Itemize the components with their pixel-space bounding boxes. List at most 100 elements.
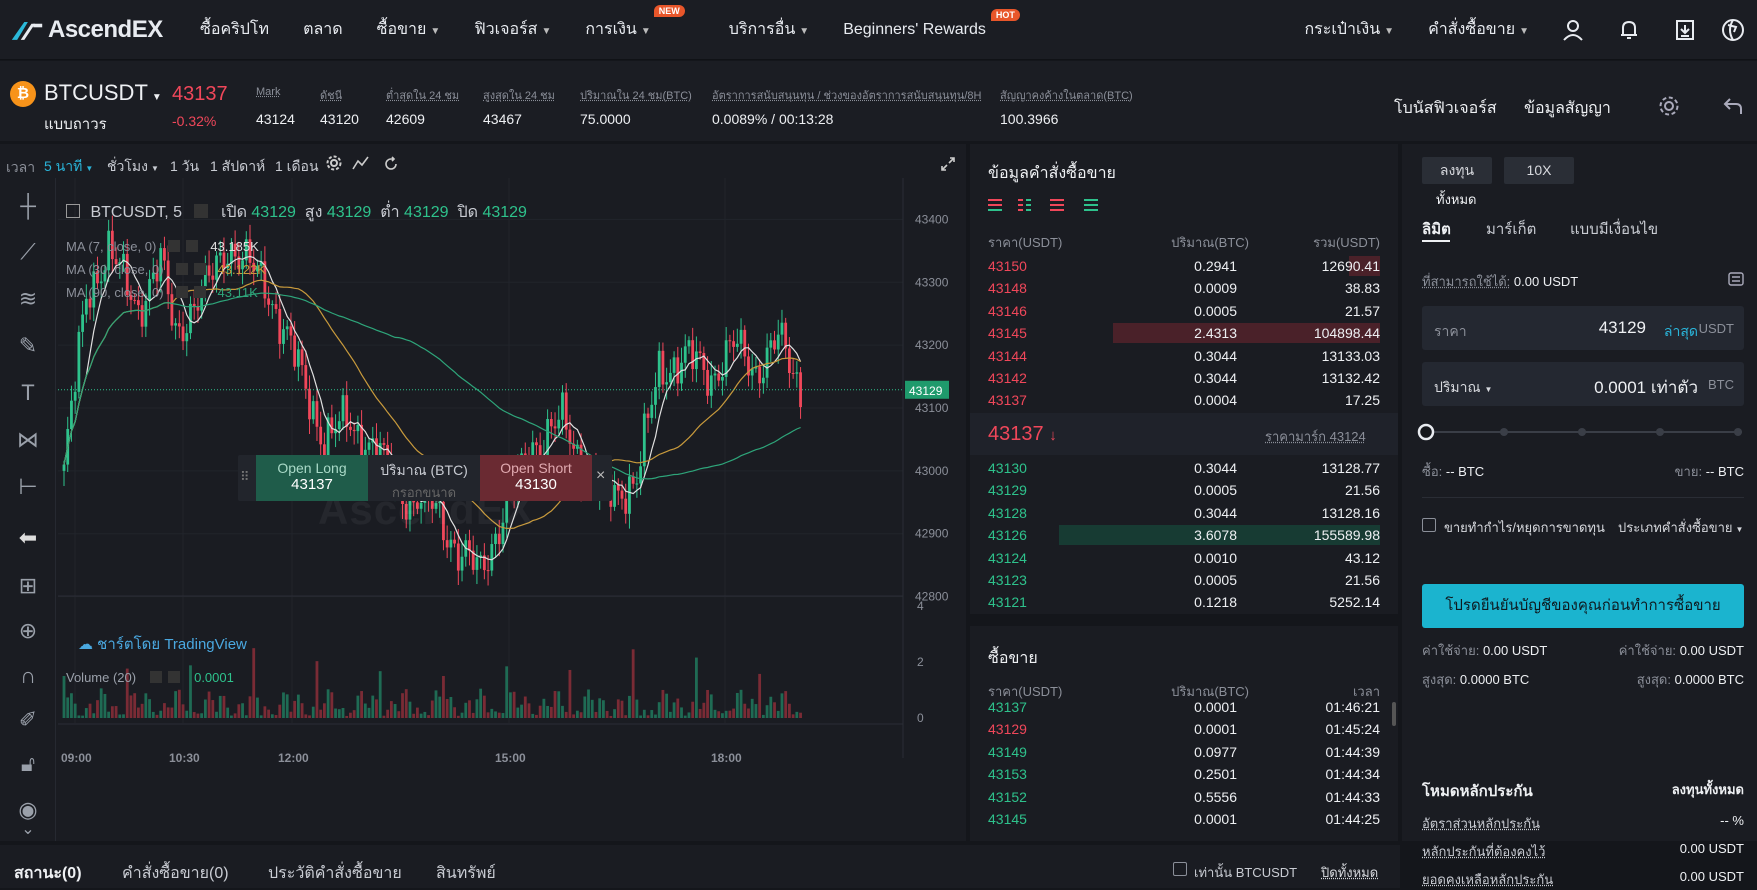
nav-item-6[interactable]: Beginners' Rewards HOT [843,8,1020,39]
indicators-icon[interactable] [352,155,370,171]
quantity-mode-selector[interactable]: ปริมาณ ▼ [1434,377,1492,399]
gear-icon[interactable] [194,204,209,218]
gear-icon[interactable] [168,240,181,252]
pattern-icon[interactable]: ⋈ [14,426,42,454]
order-tab-2[interactable]: แบบมีเงื่อนไข [1570,217,1658,241]
interval-1[interactable]: ชั่วโมง ▼ [107,156,159,178]
open-short-button[interactable]: Open Short 43130 [480,455,592,501]
fee-left-label: ค่าใช้จ่าย: [1422,643,1480,658]
quick-qty-field[interactable]: ปริมาณ (BTC) กรอกขนาด [368,455,480,501]
nav-orders[interactable]: คำสั่งซื้อขาย ▼ [1428,17,1529,42]
orderbook-row[interactable]: 43130 0.3044 13128.77 [988,458,1380,478]
symbol-selector[interactable]: BTCUSDT ▼ [44,80,162,106]
close-icon[interactable] [193,286,206,298]
drag-handle-icon[interactable]: ⠿ [240,469,250,485]
interval-4[interactable]: 1 เดือน [275,156,319,178]
bell-icon[interactable] [1617,18,1641,42]
futures-bonus-link[interactable]: โบนัสฟิวเจอร์ส [1394,96,1497,121]
crosshair-icon[interactable]: ┼ [14,192,42,220]
chevron-down-icon[interactable]: ⌄ [14,816,42,844]
orderbook-row[interactable]: 43144 0.3044 13133.03 [988,346,1380,366]
bottom-tab-3[interactable]: สินทรัพย์ [436,861,496,886]
gear-icon[interactable] [175,263,188,275]
download-icon[interactable] [1673,18,1697,42]
candle-body [289,326,293,336]
nav-item-1[interactable]: ตลาด [303,17,343,42]
orderbook-row[interactable]: 43142 0.3044 13132.42 [988,368,1380,388]
fib-icon[interactable]: ≋ [14,285,42,313]
fullscreen-icon[interactable] [940,156,956,172]
interval-3[interactable]: 1 สัปดาห์ [210,156,265,178]
order-type-dropdown[interactable]: ประเภทคำสั่งซื้อขาย ▼ [1618,517,1743,538]
collapse-icon[interactable] [66,204,80,218]
close-icon[interactable]: × [596,467,605,485]
trendline-icon[interactable]: ⟋ [14,238,42,266]
open-long-button[interactable]: Open Long 43137 [256,455,368,501]
margin-mode-button[interactable]: ลงทุน [1422,157,1492,184]
orderbook-row[interactable]: 43137 0.0004 17.25 [988,390,1380,410]
quantity-input[interactable]: ปริมาณ ▼ 0.0001 เท่าตัว BTC [1422,362,1744,406]
verify-account-button[interactable]: โปรดยืนยันบัญชีของคุณก่อนทำการซื้อขาย [1422,584,1744,628]
orderbook-row[interactable]: 43148 0.0009 38.83 [988,278,1380,298]
ob-amount: 0.3044 [1194,347,1237,364]
orderbook-view-toggle[interactable] [988,198,1108,215]
orderbook-row[interactable]: 43121 0.1218 5252.14 [988,592,1380,612]
orderbook-row[interactable]: 43129 0.0005 21.56 [988,480,1380,500]
globe-icon[interactable] [1721,18,1745,42]
orderbook-row[interactable]: 43123 0.0005 21.56 [988,570,1380,590]
bottom-tab-2[interactable]: ประวัติคำสั่งซื้อขาย [268,861,402,886]
chart-settings-icon[interactable] [326,155,342,171]
arrow-left-icon[interactable]: ⬅ [14,524,42,552]
tpsl-checkbox[interactable] [1422,518,1436,532]
close-icon[interactable] [168,671,181,683]
nav-wallet[interactable]: กระเป๋าเงิน ▼ [1304,17,1394,42]
bottom-tab-0[interactable]: สถานะ(0) [14,861,82,886]
measure-icon[interactable]: ⊢ [14,473,42,501]
trades-scrollbar[interactable] [1392,702,1396,726]
orderbook-row[interactable]: 43128 0.3044 13128.16 [988,503,1380,523]
price-input[interactable]: ราคา 43129 ล่าสุด USDT [1422,306,1744,350]
brand-logo[interactable]: AscendEX [10,16,200,44]
nav-item-4[interactable]: การเงิน ▼ NEW [585,5,685,42]
nav-item-0[interactable]: ซื้อคริปโท [200,17,269,42]
interval-0[interactable]: 5 นาที ▼ [44,156,93,178]
order-tab-1[interactable]: มาร์เก็ต [1486,217,1536,241]
undo-icon[interactable] [1722,95,1744,117]
refresh-icon[interactable] [383,156,399,172]
user-icon[interactable] [1561,18,1585,42]
only-symbol-checkbox[interactable] [1173,862,1187,876]
last-price-link[interactable]: ล่าสุด [1664,321,1698,343]
text-icon[interactable]: T [14,379,42,407]
interval-2[interactable]: 1 วัน [170,156,199,178]
close-icon[interactable] [186,240,199,252]
tradingview-attribution[interactable]: ☁ ชาร์ตโดย TradingView [78,632,247,656]
leverage-button[interactable]: 10X [1504,157,1574,184]
orderbook-row[interactable]: 43126 3.6078 155589.98 [988,525,1380,546]
ruler-icon[interactable]: ⊞ [14,572,42,600]
orderbook-row[interactable]: 43150 0.2941 12690.41 [988,256,1380,276]
order-tab-0[interactable]: ลิมิต [1422,217,1451,241]
bottom-tab-1[interactable]: คำสั่งซื้อขาย(0) [122,861,229,886]
lock-drawing-icon[interactable]: ✐ [14,706,42,734]
magnet-icon[interactable]: ∩ [14,662,42,690]
nav-item-3[interactable]: ฟิวเจอร์ส ▼ [474,17,551,42]
zoom-in-icon[interactable]: ⊕ [14,617,42,645]
nav-item-2[interactable]: ซื้อขาย ▼ [377,17,441,42]
gear-icon[interactable] [150,671,163,683]
lock-icon[interactable]: 🔓︎ [14,750,42,778]
close-icon[interactable] [193,263,206,275]
volume-bar [181,704,185,718]
transfer-icon[interactable] [1728,272,1744,286]
close-all-button[interactable]: ปิดทั้งหมด [1321,862,1378,883]
nav-item-5[interactable]: บริการอื่น ▼ [729,17,809,42]
volume-bar [769,696,773,718]
contract-info-link[interactable]: ข้อมูลสัญญา [1524,96,1611,121]
orderbook-row[interactable]: 43145 2.4313 104898.44 [988,323,1380,344]
gear-icon[interactable] [175,286,188,298]
orderbook-row[interactable]: 43146 0.0005 21.57 [988,301,1380,321]
settings-icon[interactable] [1658,95,1680,117]
quantity-slider[interactable] [1416,420,1750,444]
brush-icon[interactable]: ✎ [14,332,42,360]
orderbook-row[interactable]: 43124 0.0010 43.12 [988,548,1380,568]
volume-bar [497,712,501,718]
